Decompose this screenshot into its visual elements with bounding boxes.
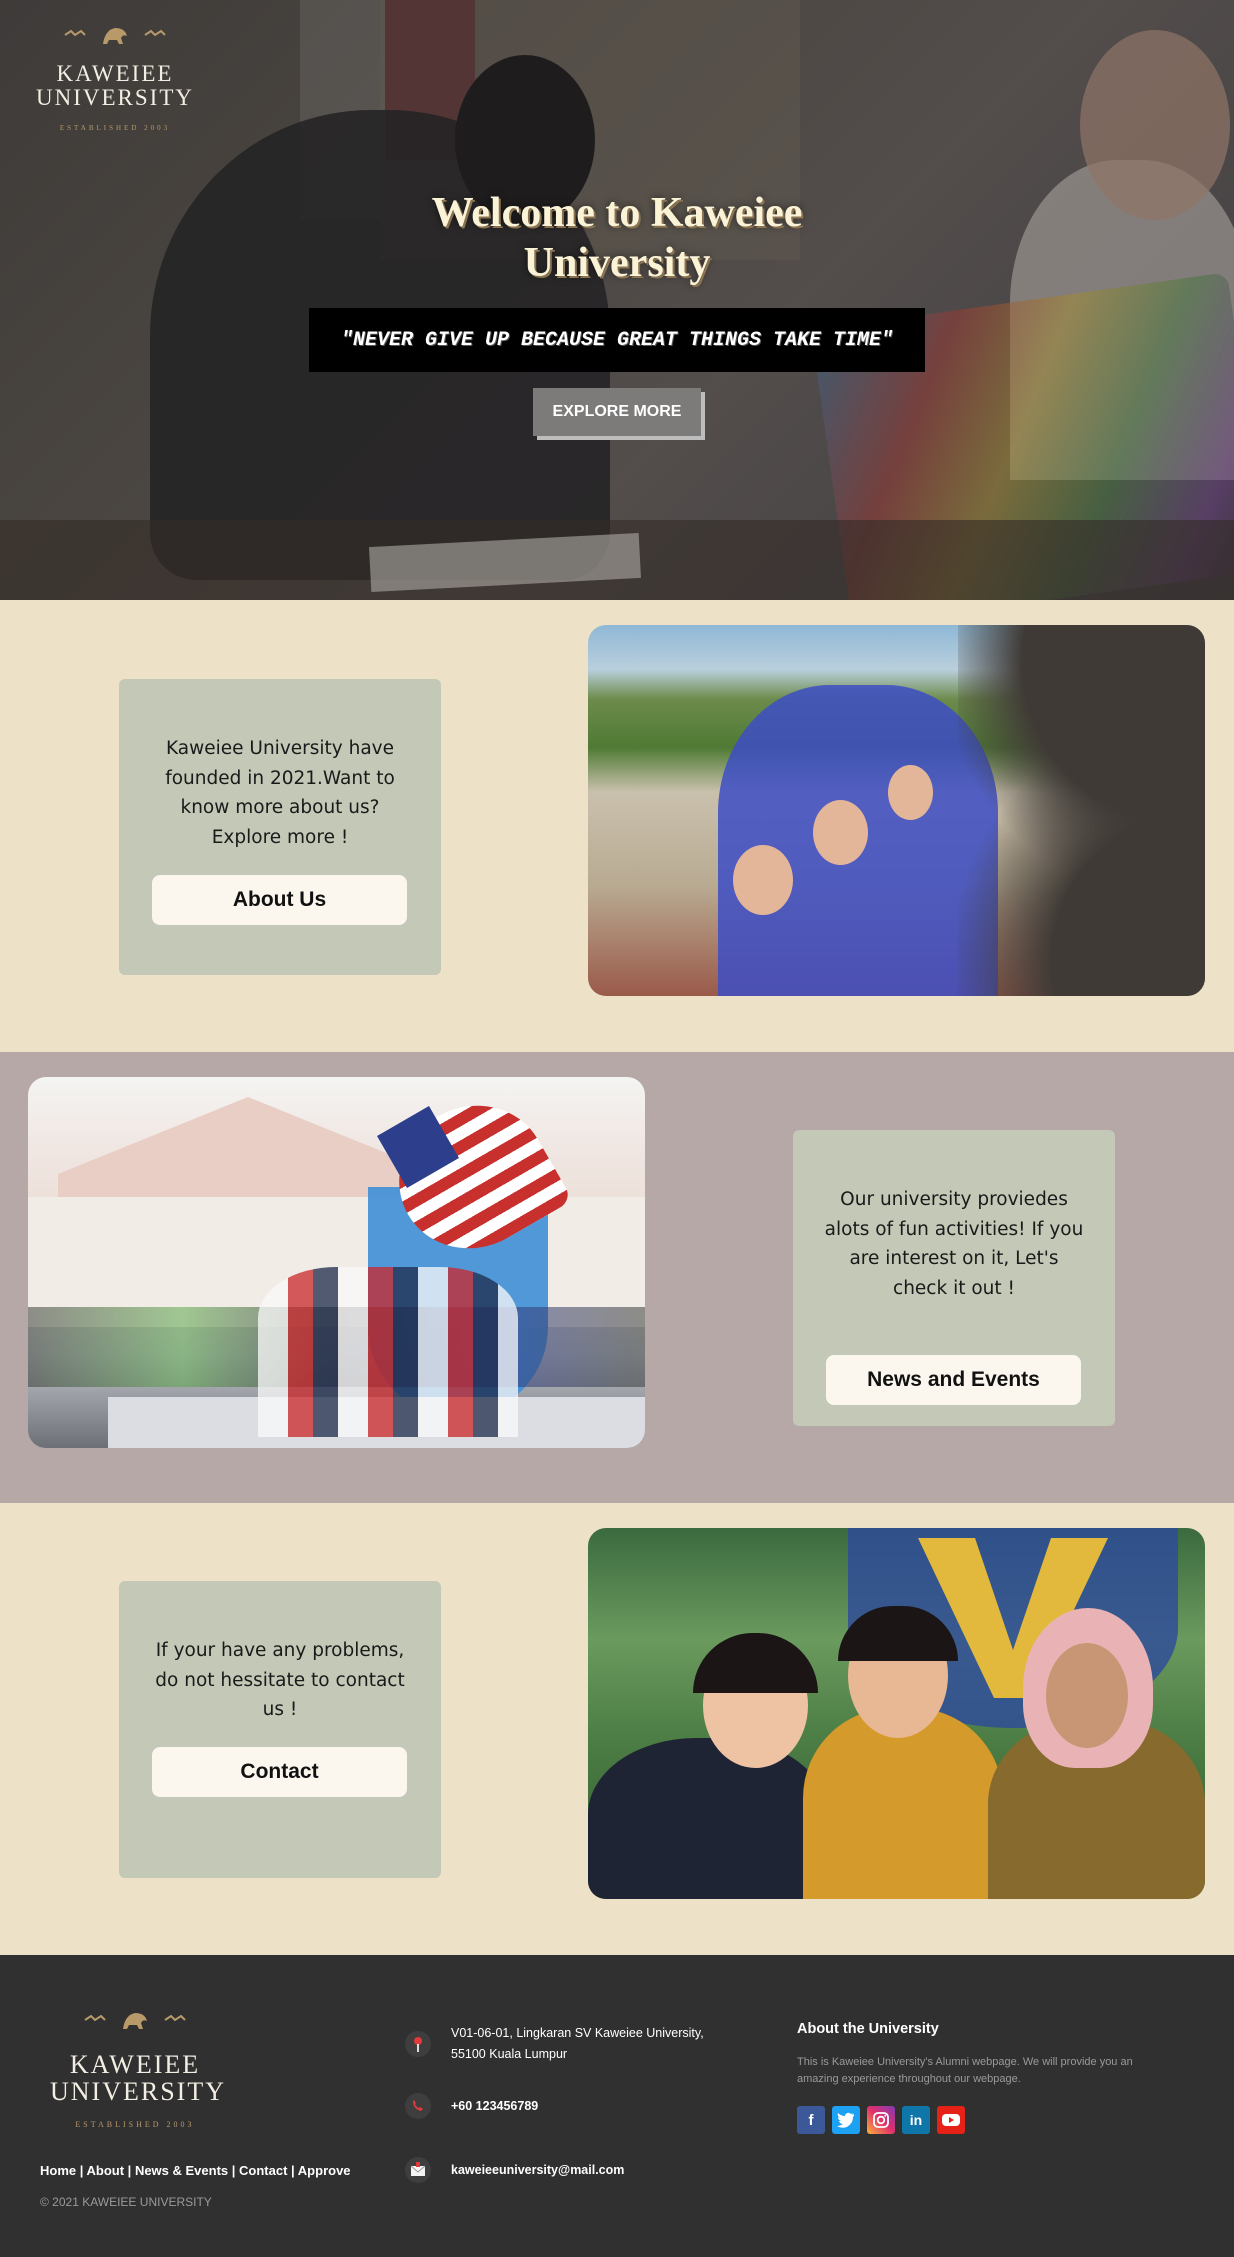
footer-link-about[interactable]: About xyxy=(87,2163,125,2178)
footer: KAWEIEE UNIVERSITY ESTABLISHED 2003 Home… xyxy=(0,1955,1234,2257)
footer-email[interactable]: kaweieeuniversity@mail.com xyxy=(405,2157,624,2183)
news-events-button[interactable]: News and Events xyxy=(826,1355,1081,1405)
contact-button[interactable]: Contact xyxy=(152,1747,407,1797)
map-pin-icon xyxy=(405,2031,431,2057)
photo-face xyxy=(888,765,933,820)
logo-established: ESTABLISHED 2003 xyxy=(75,2119,195,2129)
hero-banner: KAWEIEE UNIVERSITY ESTABLISHED 2003 Welc… xyxy=(0,0,1234,600)
mail-icon xyxy=(405,2157,431,2183)
photo-dancers xyxy=(258,1267,518,1437)
logo-established: ESTABLISHED 2003 xyxy=(59,124,171,133)
photo-woman-left xyxy=(588,1738,828,1899)
youtube-icon[interactable] xyxy=(937,2106,965,2134)
hero-quote: "NEVER GIVE UP BECAUSE GREAT THINGS TAKE… xyxy=(309,308,925,372)
contact-card: If your have any problems, do not hessit… xyxy=(119,1581,441,1878)
about-card-text: Kaweiee University have founded in 2021.… xyxy=(165,738,395,848)
logo-name-line2: UNIVERSITY xyxy=(50,2077,226,2107)
footer-logo[interactable]: KAWEIEE UNIVERSITY ESTABLISHED 2003 xyxy=(50,2007,226,2129)
logo-name: KAWEIEE UNIVERSITY xyxy=(50,2050,226,2107)
photo-face xyxy=(813,800,868,865)
contact-card-text: If your have any problems, do not hessit… xyxy=(155,1640,405,1720)
copyright: © 2021 KAWEIEE UNIVERSITY xyxy=(40,2195,212,2209)
footer-nav: Home | About | News & Events | Contact |… xyxy=(40,2163,351,2178)
photo-hair xyxy=(693,1633,818,1693)
footer-address: V01-06-01, Lingkaran SV Kaweiee Universi… xyxy=(405,2023,704,2065)
explore-more-button[interactable]: EXPLORE MORE xyxy=(533,388,701,436)
address-line1: V01-06-01, Lingkaran SV Kaweiee Universi… xyxy=(451,2026,704,2040)
photo-face xyxy=(1046,1643,1128,1748)
linkedin-icon[interactable]: in xyxy=(902,2106,930,2134)
logo-name-line1: KAWEIEE xyxy=(56,61,174,86)
social-links: f in xyxy=(797,2106,965,2134)
address-line2: 55100 Kuala Lumpur xyxy=(451,2047,568,2061)
about-university-heading: About the University xyxy=(797,2021,939,2037)
nav-separator: | xyxy=(228,2163,240,2178)
about-university-text: This is Kaweiee University's Alumni webp… xyxy=(797,2056,1133,2085)
logo-name-line1: KAWEIEE xyxy=(69,2050,201,2079)
lion-crest-icon xyxy=(30,22,200,48)
instagram-icon[interactable] xyxy=(867,2106,895,2134)
about-us-button[interactable]: About Us xyxy=(152,875,407,925)
news-section: Our university proviedes alots of fun ac… xyxy=(0,1052,1234,1503)
nav-separator: | xyxy=(76,2163,87,2178)
nav-separator: | xyxy=(124,2163,135,2178)
campus-students-photo xyxy=(588,625,1205,996)
logo-name: KAWEIEE UNIVERSITY xyxy=(30,61,200,111)
footer-phone[interactable]: +60 123456789 xyxy=(405,2093,538,2119)
about-card: Kaweiee University have founded in 2021.… xyxy=(119,679,441,975)
photo-face xyxy=(733,845,793,915)
twitter-icon[interactable] xyxy=(832,2106,860,2134)
hero-logo[interactable]: KAWEIEE UNIVERSITY ESTABLISHED 2003 xyxy=(30,22,200,132)
news-card-text: Our university proviedes alots of fun ac… xyxy=(824,1189,1084,1299)
phone-number: +60 123456789 xyxy=(451,2099,539,2113)
logo-name-line2: UNIVERSITY xyxy=(36,85,194,111)
footer-link-home[interactable]: Home xyxy=(40,2163,76,2178)
lion-crest-icon xyxy=(50,2007,220,2033)
footer-link-approve[interactable]: Approve xyxy=(298,2163,351,2178)
phone-icon xyxy=(405,2093,431,2119)
graduates-photo xyxy=(588,1528,1205,1899)
facebook-icon[interactable]: f xyxy=(797,2106,825,2134)
about-section: Kaweiee University have founded in 2021.… xyxy=(0,600,1234,1052)
stage-performance-photo xyxy=(28,1077,645,1448)
news-card: Our university proviedes alots of fun ac… xyxy=(793,1130,1115,1426)
footer-link-news-events[interactable]: News & Events xyxy=(135,2163,228,2178)
contact-section: If your have any problems, do not hessit… xyxy=(0,1503,1234,1955)
footer-link-contact[interactable]: Contact xyxy=(239,2163,287,2178)
nav-separator: | xyxy=(287,2163,298,2178)
photo-statue xyxy=(958,625,1205,996)
email-address: kaweieeuniversity@mail.com xyxy=(451,2163,625,2177)
hero-title: Welcome to Kaweiee University xyxy=(431,190,803,286)
